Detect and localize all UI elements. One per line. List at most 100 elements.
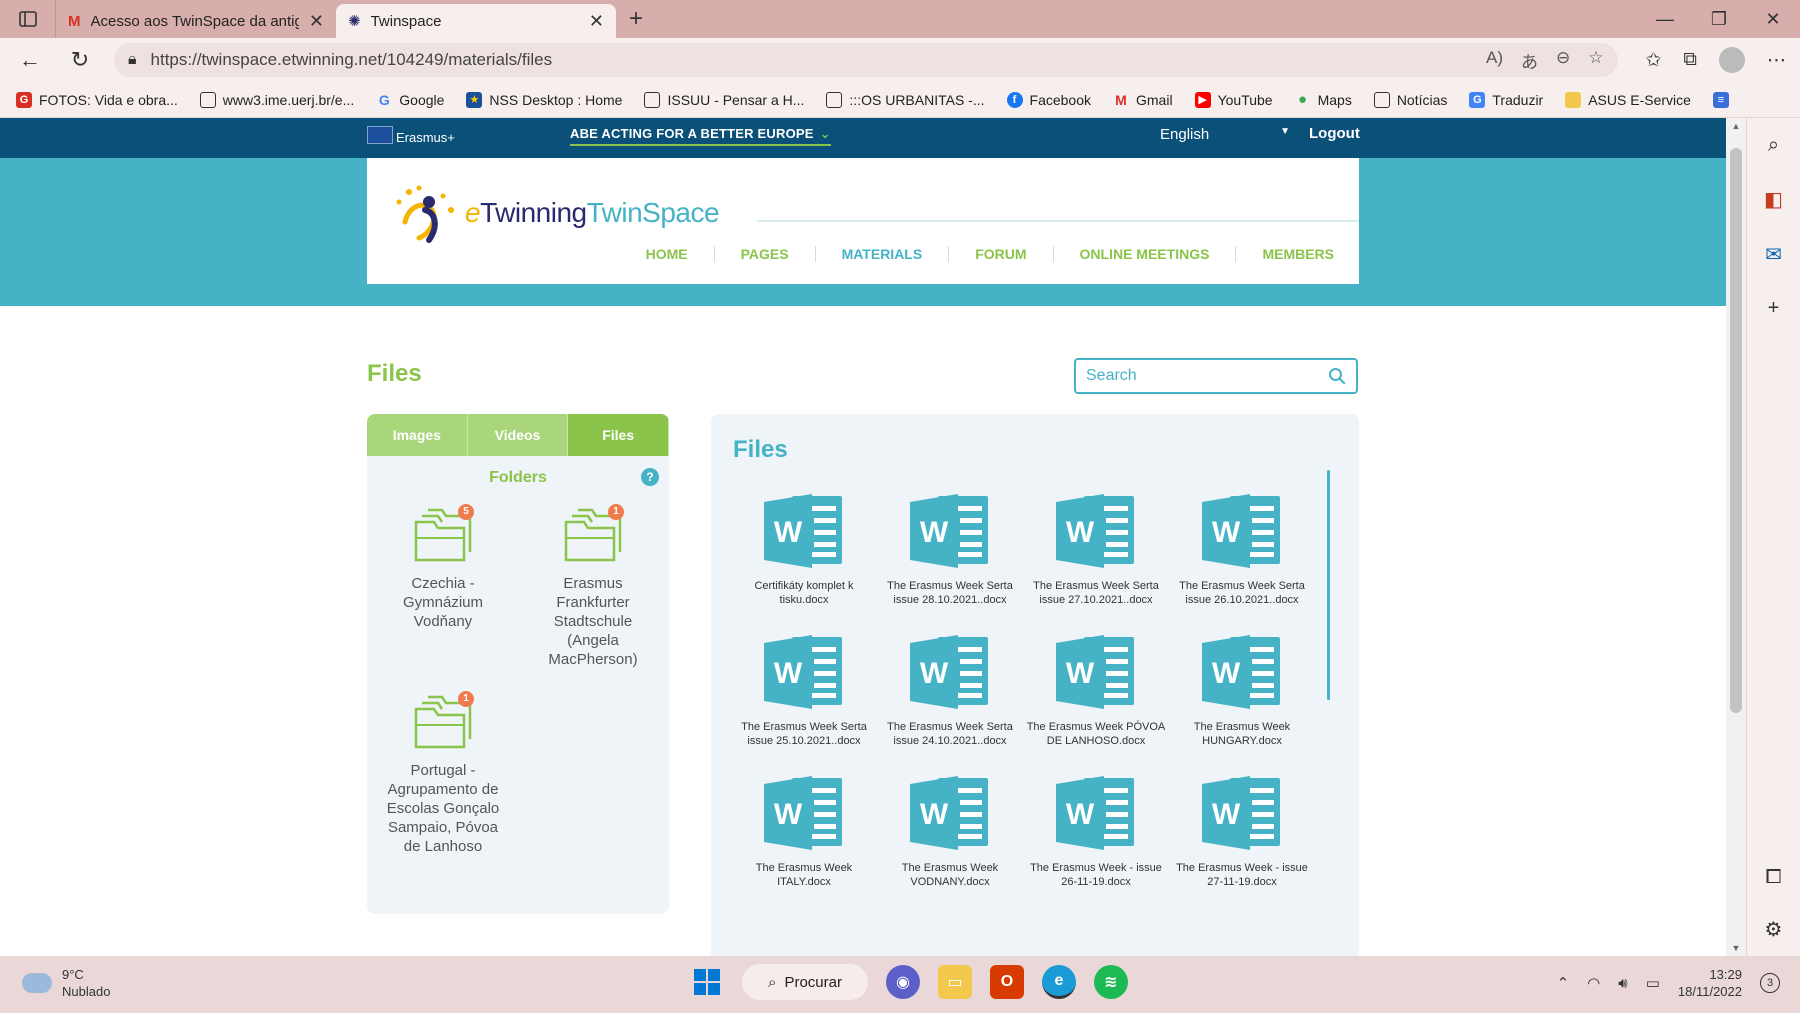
etwinning-logo[interactable]: eTwinningTwinSpace (391, 182, 720, 244)
minimize-icon[interactable]: — (1638, 9, 1692, 30)
volume-icon[interactable]: 🔊︎ (1618, 975, 1627, 992)
logout-link[interactable]: Logout (1309, 125, 1360, 142)
taskbar-search[interactable]: ⌕ Procurar (742, 964, 868, 1000)
url-field[interactable]: 🔒︎ https://twinspace.etwinning.net/10424… (114, 43, 1618, 77)
file-item[interactable]: W Certifikáty komplet k tisku.docx (731, 492, 877, 607)
file-item[interactable]: W The Erasmus Week PÓVOA DE LANHOSO.docx (1023, 633, 1169, 748)
file-item[interactable]: W The Erasmus Week Serta issue 25.10.2021… (731, 633, 877, 748)
folders-heading-text: Folders (489, 469, 547, 486)
bookmark-item[interactable]: G Google (376, 92, 445, 108)
tab-actions-button[interactable] (0, 0, 56, 38)
files-grid: W Certifikáty komplet k tisku.docx W The Er… (731, 492, 1315, 889)
outlook-icon[interactable]: ✉ (1765, 242, 1782, 267)
translate-page-icon[interactable]: あ (1521, 48, 1538, 73)
weather-widget[interactable]: 9°C Nublado (22, 966, 110, 1000)
add-icon[interactable]: + (1768, 297, 1780, 320)
scroll-down-icon[interactable]: ▼ (1726, 940, 1746, 956)
tab-files[interactable]: Files (568, 414, 669, 456)
search-icon[interactable] (1328, 367, 1346, 385)
add-favorite-icon[interactable]: ☆ (1588, 48, 1603, 73)
back-button[interactable]: ← (14, 44, 46, 76)
help-icon[interactable]: ? (641, 468, 659, 486)
file-item[interactable]: W The Erasmus Week HUNGARY.docx (1169, 633, 1315, 748)
collections-icon[interactable]: ⧉ (1683, 49, 1697, 71)
file-item[interactable]: W The Erasmus Week - issue 27-11-19.docx (1169, 774, 1315, 889)
bookmark-item[interactable]: G Traduzir (1469, 91, 1543, 108)
scroll-up-icon[interactable]: ▲ (1726, 118, 1746, 134)
bookmark-item[interactable]: f Facebook (1006, 91, 1091, 108)
bookmark-item[interactable]: ≡ (1712, 91, 1729, 108)
bookmark-item[interactable]: ★ NSS Desktop : Home (466, 91, 622, 108)
tab-images[interactable]: Images (367, 414, 468, 456)
profile-avatar[interactable] (1719, 47, 1745, 73)
file-item[interactable]: W The Erasmus Week Serta issue 27.10.2021… (1023, 492, 1169, 607)
tab-twinspace[interactable]: ✺ Twinspace ✕ (336, 4, 616, 38)
file-item[interactable]: W The Erasmus Week - issue 26-11-19.docx (1023, 774, 1169, 889)
page-scrollbar[interactable]: ▲ ▼ (1726, 118, 1746, 956)
folder-item[interactable]: 5 Czechia - Gymnázium Vodňany (373, 504, 513, 669)
close-window-icon[interactable]: ✕ (1746, 9, 1800, 30)
lock-icon: 🔒︎ (128, 51, 137, 68)
word-doc-icon: W (762, 492, 846, 575)
bookmark-item[interactable]: ISSUU - Pensar a H... (644, 91, 804, 108)
bookmark-item[interactable]: Notícias (1373, 91, 1448, 108)
file-item[interactable]: W The Erasmus Week Serta issue 24.10.2021… (877, 633, 1023, 748)
bookmark-item[interactable]: ASUS E-Service (1565, 91, 1691, 108)
battery-icon[interactable]: ▭ (1646, 974, 1660, 992)
tab-videos[interactable]: Videos (467, 414, 569, 456)
settings-icon[interactable]: ⚙ (1765, 917, 1783, 942)
close-tab-icon[interactable]: ✕ (589, 11, 604, 32)
nav-members[interactable]: MEMBERS (1236, 246, 1334, 262)
bookmark-item[interactable]: :::OS URBANITAS -... (826, 91, 985, 108)
file-explorer-icon[interactable]: ▭ (938, 965, 972, 999)
files-scrollbar[interactable] (1327, 470, 1330, 700)
file-item[interactable]: W The Erasmus Week ITALY.docx (731, 774, 877, 889)
favorites-icon[interactable]: ✩ (1646, 49, 1662, 72)
scroll-thumb[interactable] (1730, 148, 1742, 713)
tab-gmail[interactable]: M Acesso aos TwinSpace da antiga ✕ (56, 4, 336, 38)
clock[interactable]: 13:29 18/11/2022 (1678, 966, 1742, 1000)
spotify-icon[interactable]: ≋ (1094, 965, 1128, 999)
project-selector[interactable]: ABE ACTING FOR A BETTER EUROPE ⌄ (570, 126, 831, 146)
split-screen-icon[interactable]: ⧠ (1766, 866, 1782, 889)
bookmark-item[interactable]: www3.ime.uerj.br/e... (199, 91, 354, 108)
nav-materials[interactable]: MATERIALS (816, 246, 950, 262)
teams-chat-icon[interactable]: ◉ (886, 965, 920, 999)
folder-item[interactable]: 1 Portugal - Agrupamento de Escolas Gonç… (373, 691, 513, 856)
office-icon[interactable]: ◧ (1764, 187, 1783, 212)
search-icon[interactable]: ⌕ (1768, 134, 1779, 157)
taskbar-search-label: Procurar (784, 973, 842, 991)
bookmark-item[interactable]: ● Maps (1295, 91, 1352, 108)
refresh-button[interactable]: ↻ (64, 44, 96, 76)
edge-browser-icon[interactable]: e (1042, 965, 1076, 999)
nav-forum[interactable]: FORUM (949, 246, 1054, 262)
folder-item[interactable]: 1 Erasmus Frankfurter Stadtschule (Angel… (523, 504, 663, 669)
zoom-out-icon[interactable]: ⊖ (1556, 48, 1570, 73)
close-tab-icon[interactable]: ✕ (309, 11, 324, 32)
search-input[interactable]: Search (1074, 358, 1358, 394)
windows-start-icon[interactable] (690, 965, 724, 999)
more-menu-icon[interactable]: ⋯ (1767, 49, 1786, 72)
chevron-up-icon[interactable]: ⌃ (1557, 974, 1570, 992)
word-doc-icon: W (908, 633, 992, 716)
file-item[interactable]: W The Erasmus Week Serta issue 26.10.2021… (1169, 492, 1315, 607)
word-doc-icon: W (908, 492, 992, 575)
wifi-icon[interactable]: ◠ (1587, 974, 1600, 992)
bookmark-item[interactable]: G FOTOS: Vida e obra... (16, 91, 178, 108)
time: 13:29 (1709, 967, 1742, 982)
bookmark-label: Notícias (1396, 91, 1448, 108)
notification-badge[interactable]: 3 (1760, 973, 1780, 993)
file-item[interactable]: W The Erasmus Week Serta issue 28.10.2021… (877, 492, 1023, 607)
office-icon[interactable]: O (990, 965, 1024, 999)
new-tab-button[interactable]: + (616, 5, 656, 33)
nav-home[interactable]: HOME (620, 246, 715, 262)
file-item[interactable]: W The Erasmus Week VODNANY.docx (877, 774, 1023, 889)
bookmark-item[interactable]: M Gmail (1113, 92, 1172, 108)
folder-name: Portugal - Agrupamento de Escolas Gonçal… (386, 762, 500, 855)
read-aloud-icon[interactable]: A) (1486, 48, 1503, 73)
restore-icon[interactable]: ❐ (1692, 9, 1746, 30)
nav-online-meetings[interactable]: ONLINE MEETINGS (1054, 246, 1237, 262)
language-select[interactable]: English ▼ (1160, 126, 1290, 143)
bookmark-item[interactable]: ▶ YouTube (1194, 91, 1273, 108)
nav-pages[interactable]: PAGES (715, 246, 816, 262)
